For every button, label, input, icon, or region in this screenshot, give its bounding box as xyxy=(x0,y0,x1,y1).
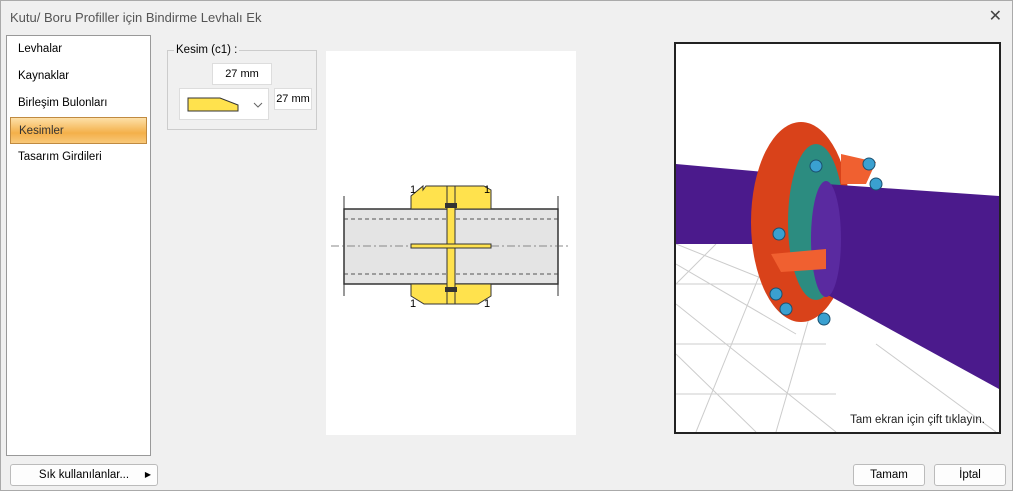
3d-view[interactable]: Tam ekran için çift tıklayın. xyxy=(674,42,1001,434)
sidebar-item-kesimler[interactable]: Kesimler xyxy=(10,117,147,144)
sidebar-item-levhalar[interactable]: Levhalar xyxy=(10,36,147,63)
window-title: Kutu/ Boru Profiller için Bindirme Levha… xyxy=(10,10,262,25)
sidebar: Levhalar Kaynaklar Birleşim Bulonları Ke… xyxy=(6,35,151,456)
fullscreen-hint: Tam ekran için çift tıklayın. xyxy=(850,414,985,426)
section-mark: 1 xyxy=(484,184,490,196)
sidebar-item-birlesim-bulonlari[interactable]: Birleşim Bulonları xyxy=(10,90,147,117)
sidebar-item-tasarim-girdileri[interactable]: Tasarım Girdileri xyxy=(10,144,147,171)
cut-shape-icon xyxy=(187,97,263,112)
cut-top-input[interactable]: 27 mm xyxy=(212,63,272,85)
favorites-button[interactable]: Sık kullanılanlar... ▶ xyxy=(10,464,158,486)
cut-drawing: 1 1 1 1 xyxy=(326,51,576,435)
section-mark: 1 xyxy=(484,298,490,310)
favorites-label: Sık kullanılanlar... xyxy=(38,469,130,481)
sidebar-item-kaynaklar[interactable]: Kaynaklar xyxy=(10,63,147,90)
close-icon[interactable]: ✕ xyxy=(989,6,1002,26)
cut-shape-dropdown[interactable] xyxy=(179,88,269,120)
chevron-right-icon: ▶ xyxy=(144,470,151,479)
section-mark: 1 xyxy=(410,298,416,310)
cut-group-label: Kesim (c1) : xyxy=(174,44,240,56)
cut-group: Kesim (c1) : 27 mm 27 mm xyxy=(167,44,317,130)
section-mark: 1 xyxy=(410,184,416,196)
ok-button[interactable]: Tamam xyxy=(853,464,925,486)
cut-side-input[interactable]: 27 mm xyxy=(274,88,312,110)
cancel-button[interactable]: İptal xyxy=(934,464,1006,486)
